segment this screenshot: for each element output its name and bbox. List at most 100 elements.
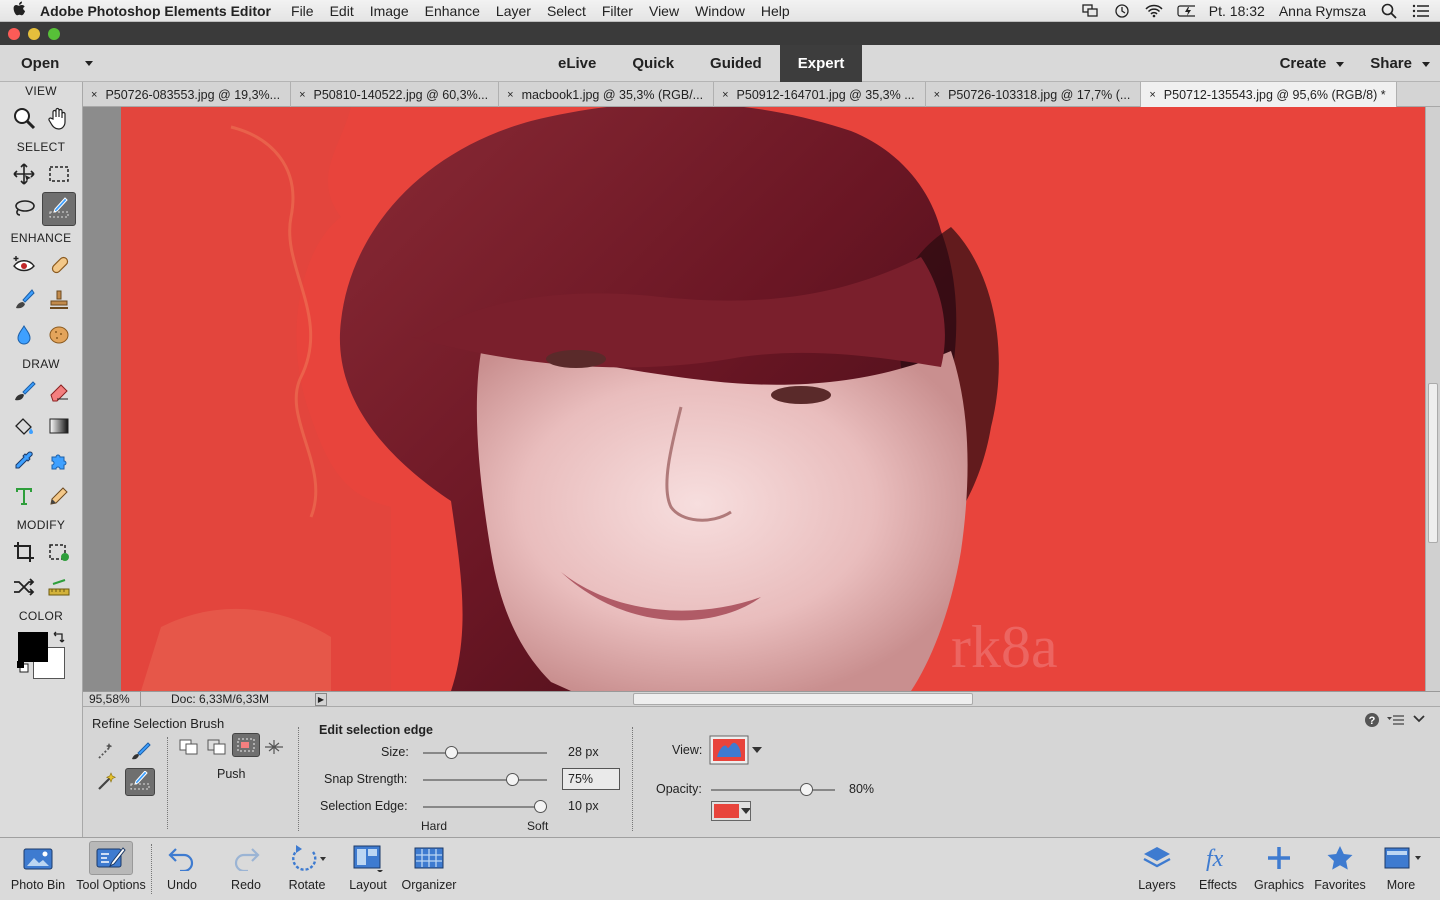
pencil-tool[interactable] bbox=[42, 479, 76, 513]
opacity-slider-knob[interactable] bbox=[799, 783, 813, 796]
menu-layer[interactable]: Layer bbox=[488, 3, 539, 19]
size-slider-knob[interactable] bbox=[445, 746, 459, 759]
zoom-level[interactable]: 95,58% bbox=[83, 692, 141, 706]
recompose-tool[interactable] bbox=[42, 535, 76, 569]
doc-tab[interactable]: × P50726-103318.jpg @ 17,7% (... bbox=[926, 82, 1142, 107]
straighten-tool[interactable] bbox=[42, 570, 76, 604]
quick-selection-option[interactable] bbox=[125, 737, 155, 765]
undo-button[interactable]: Undo bbox=[158, 838, 206, 900]
close-icon[interactable]: × bbox=[91, 89, 97, 101]
swap-colors-icon[interactable] bbox=[52, 630, 66, 644]
smart-brush-tool[interactable] bbox=[7, 283, 41, 317]
mode-elive[interactable]: eLive bbox=[540, 45, 614, 82]
menu-view[interactable]: View bbox=[641, 3, 687, 19]
minimize-window-button[interactable] bbox=[28, 28, 40, 40]
favorites-button[interactable]: Favorites bbox=[1312, 838, 1368, 900]
chevron-down-icon[interactable] bbox=[752, 746, 762, 754]
custom-shape-tool[interactable] bbox=[42, 444, 76, 478]
menu-help[interactable]: Help bbox=[753, 3, 798, 19]
close-icon[interactable]: × bbox=[1149, 89, 1155, 101]
doc-tab[interactable]: × P50726-083553.jpg @ 19,3%... bbox=[83, 82, 292, 107]
subtract-selection-mode[interactable] bbox=[205, 733, 229, 761]
menu-window[interactable]: Window bbox=[687, 3, 753, 19]
mode-expert[interactable]: Expert bbox=[779, 45, 863, 82]
layers-button[interactable]: Layers bbox=[1132, 838, 1182, 900]
menu-filter[interactable]: Filter bbox=[594, 3, 641, 19]
notification-center-icon[interactable] bbox=[1412, 4, 1430, 18]
canvas-area[interactable]: rk8a bbox=[83, 107, 1440, 691]
zoom-tool[interactable] bbox=[7, 101, 41, 135]
close-icon[interactable]: × bbox=[507, 89, 513, 101]
clone-stamp-tool[interactable] bbox=[42, 283, 76, 317]
type-tool[interactable] bbox=[7, 479, 41, 513]
spot-healing-tool[interactable] bbox=[42, 248, 76, 282]
add-selection-mode[interactable] bbox=[177, 733, 201, 761]
create-button[interactable]: Create bbox=[1280, 55, 1345, 72]
lasso-tool[interactable] bbox=[7, 192, 41, 226]
gradient-tool[interactable] bbox=[42, 409, 76, 443]
battery-icon[interactable] bbox=[1177, 4, 1195, 18]
horizontal-scrollbar[interactable] bbox=[633, 693, 973, 705]
doc-tab[interactable]: × macbook1.jpg @ 35,3% (RGB/... bbox=[499, 82, 715, 107]
doc-tab-active[interactable]: × P50712-135543.jpg @ 95,6% (RGB/8) * bbox=[1141, 82, 1397, 107]
time-machine-icon[interactable] bbox=[1113, 4, 1131, 18]
foreground-color-swatch[interactable] bbox=[18, 632, 48, 662]
vertical-scrollbar[interactable] bbox=[1425, 107, 1440, 691]
push-selection-mode[interactable] bbox=[232, 733, 260, 757]
eraser-tool[interactable] bbox=[42, 374, 76, 408]
user-name[interactable]: Anna Rymsza bbox=[1279, 3, 1366, 19]
redo-button[interactable]: Redo bbox=[222, 838, 270, 900]
marquee-tool[interactable] bbox=[42, 157, 76, 191]
close-icon[interactable]: × bbox=[934, 89, 940, 101]
menu-select[interactable]: Select bbox=[539, 3, 594, 19]
close-icon[interactable]: × bbox=[722, 89, 728, 101]
menu-file[interactable]: File bbox=[283, 3, 322, 19]
opacity-slider[interactable] bbox=[711, 783, 835, 796]
view-mode-dropdown[interactable] bbox=[709, 735, 751, 765]
doc-tab[interactable]: × P50810-140522.jpg @ 60,3%... bbox=[291, 82, 500, 107]
layout-button[interactable]: Layout bbox=[344, 838, 392, 900]
effects-button[interactable]: fx Effects bbox=[1195, 838, 1241, 900]
size-slider[interactable] bbox=[423, 746, 547, 759]
panel-menu-icon[interactable] bbox=[1387, 713, 1405, 727]
crop-tool[interactable] bbox=[7, 535, 41, 569]
close-icon[interactable]: × bbox=[299, 89, 305, 101]
collapse-chevron-icon[interactable] bbox=[1413, 714, 1425, 724]
mode-guided[interactable]: Guided bbox=[692, 45, 780, 82]
red-eye-tool[interactable] bbox=[7, 248, 41, 282]
organizer-button[interactable]: Organizer bbox=[400, 838, 458, 900]
hand-tool[interactable] bbox=[42, 101, 76, 135]
smooth-selection-mode[interactable] bbox=[261, 733, 287, 761]
tool-options-button[interactable]: Tool Options bbox=[74, 838, 148, 900]
wifi-icon[interactable] bbox=[1145, 4, 1163, 18]
apple-icon[interactable] bbox=[0, 1, 40, 21]
close-window-button[interactable] bbox=[8, 28, 20, 40]
selection-edge-knob[interactable] bbox=[534, 800, 547, 813]
move-tool[interactable] bbox=[7, 157, 41, 191]
share-button[interactable]: Share bbox=[1370, 55, 1430, 72]
menu-edit[interactable]: Edit bbox=[322, 3, 362, 19]
app-name[interactable]: Adobe Photoshop Elements Editor bbox=[40, 3, 271, 19]
photo-bin-button[interactable]: Photo Bin bbox=[8, 838, 68, 900]
mode-quick[interactable]: Quick bbox=[614, 45, 692, 82]
eyedropper-tool[interactable] bbox=[7, 444, 41, 478]
magic-wand-option[interactable] bbox=[91, 768, 121, 796]
snap-strength-slider[interactable] bbox=[423, 773, 547, 786]
zoom-window-button[interactable] bbox=[48, 28, 60, 40]
overlay-color-picker[interactable] bbox=[711, 801, 751, 821]
scrollbar-thumb[interactable] bbox=[1428, 383, 1438, 543]
paint-bucket-tool[interactable] bbox=[7, 409, 41, 443]
rotate-button[interactable]: Rotate bbox=[282, 838, 332, 900]
display-mirror-icon[interactable] bbox=[1081, 4, 1099, 18]
snap-strength-input[interactable]: 75% bbox=[562, 768, 620, 790]
spotlight-search-icon[interactable] bbox=[1380, 3, 1398, 19]
doc-tab[interactable]: × P50912-164701.jpg @ 35,3% ... bbox=[714, 82, 926, 107]
default-colors-icon[interactable] bbox=[16, 660, 30, 674]
more-button[interactable]: More bbox=[1380, 838, 1422, 900]
brush-tool[interactable] bbox=[7, 374, 41, 408]
sponge-tool[interactable] bbox=[42, 318, 76, 352]
open-button[interactable]: Open bbox=[10, 45, 100, 82]
menu-image[interactable]: Image bbox=[362, 3, 417, 19]
snap-strength-knob[interactable] bbox=[506, 773, 520, 786]
selection-edge-slider[interactable] bbox=[423, 800, 547, 813]
